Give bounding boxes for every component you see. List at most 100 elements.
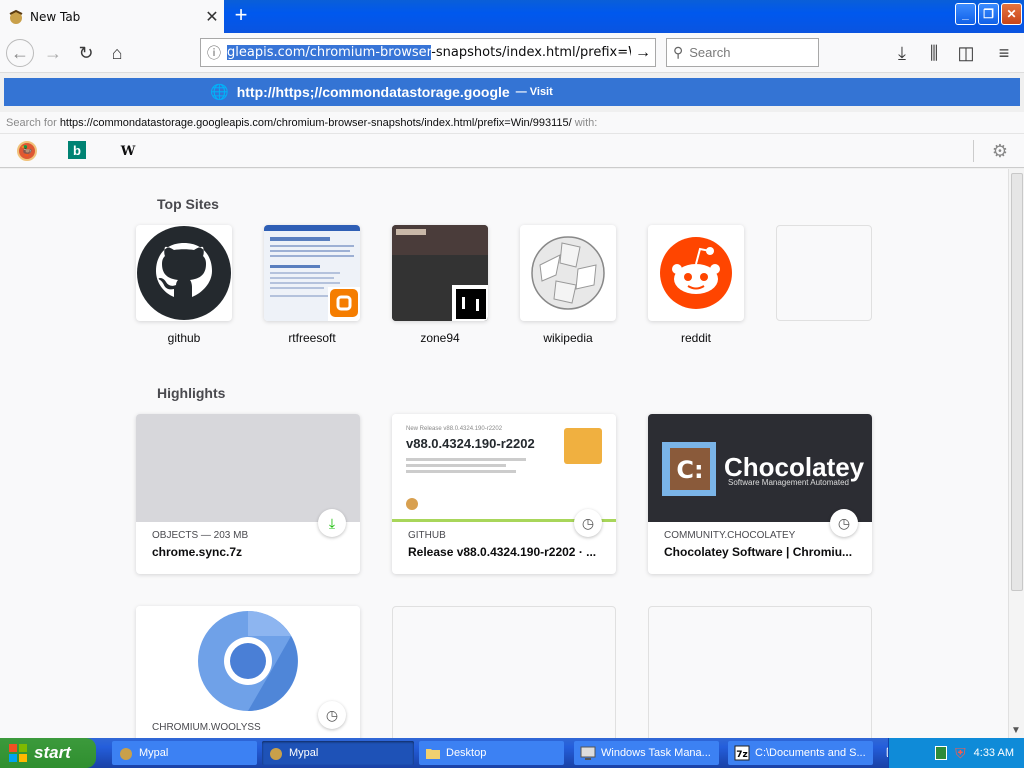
highlight-image bbox=[136, 606, 360, 714]
top-site-label: reddit bbox=[680, 331, 712, 345]
tab-new-tab[interactable]: New Tab ✕ bbox=[0, 0, 224, 33]
engines-divider bbox=[973, 140, 974, 162]
search-input[interactable]: ⚲ Search bbox=[666, 38, 819, 67]
new-tab-button[interactable]: + bbox=[228, 4, 254, 28]
top-site-reddit[interactable]: reddit bbox=[648, 225, 744, 345]
go-arrow-icon[interactable]: → bbox=[631, 44, 655, 62]
top-site-wikipedia[interactable]: wikipedia bbox=[520, 225, 616, 345]
taskbar-item-label: Mypal bbox=[289, 747, 319, 759]
rtfreesoft-tile[interactable] bbox=[264, 225, 360, 321]
page-scrollbar[interactable]: ▼ bbox=[1008, 169, 1024, 738]
chocolatey-logo-icon: C: bbox=[662, 442, 716, 496]
shield-icon[interactable]: ⛨ bbox=[955, 745, 966, 762]
top-site-label: zone94 bbox=[420, 331, 460, 345]
taskbar-item-desktop[interactable]: Desktop bbox=[419, 741, 564, 765]
windows-flag-icon bbox=[9, 744, 27, 762]
clock-text: 4:33 AM bbox=[973, 747, 1014, 759]
taskbar-item-label: Mypal bbox=[139, 747, 169, 759]
highlight-source: CHROMIUM.WOOLYSS bbox=[152, 722, 261, 733]
search-for-row: Search for https://commondatastorage.goo… bbox=[0, 112, 1024, 134]
url-suggestion[interactable]: 🌐 http://https;//commondatastorage.googl… bbox=[4, 78, 1020, 106]
back-button[interactable]: ← bbox=[6, 39, 34, 67]
start-label: start bbox=[34, 743, 71, 762]
menu-icon[interactable]: ≡ bbox=[990, 39, 1018, 67]
contributor-avatar bbox=[406, 498, 418, 510]
taskbar-item-mypal-active[interactable]: Mypal bbox=[262, 741, 414, 765]
wikipedia-icon[interactable]: W bbox=[118, 141, 138, 161]
release-image-heading: v88.0.4324.190-r2202 bbox=[406, 436, 535, 451]
scrollbar-thumb[interactable] bbox=[1011, 173, 1023, 591]
search-for-with: with: bbox=[574, 117, 598, 129]
download-icon: ⤓ bbox=[318, 509, 346, 537]
sidebar-icon[interactable]: ◫ bbox=[952, 39, 980, 67]
zone94-thumbnail bbox=[392, 225, 488, 321]
taskbar-item-label: C:\Documents and S... bbox=[755, 747, 866, 759]
top-site-label: wikipedia bbox=[543, 331, 593, 345]
top-site-label: github bbox=[167, 331, 201, 345]
highlight-image: C: Chocolatey Software Management Automa… bbox=[648, 414, 872, 522]
search-placeholder: Search bbox=[689, 45, 731, 60]
downloads-icon[interactable]: ⤓ bbox=[888, 39, 916, 67]
library-icon[interactable]: ⫼ bbox=[920, 39, 948, 67]
svg-text:7z: 7z bbox=[736, 750, 748, 760]
url-bar[interactable]: ⓘ gleapis.com/chromium-browser-snapshots… bbox=[200, 38, 656, 67]
reddit-tile[interactable] bbox=[648, 225, 744, 321]
minimize-button[interactable]: _ bbox=[955, 3, 976, 25]
github-icon bbox=[137, 226, 231, 320]
highlight-image: New Release v88.0.4324.190-r2202 v88.0.4… bbox=[392, 414, 616, 522]
highlight-placeholder bbox=[392, 606, 616, 738]
chromium-logo-icon bbox=[198, 611, 298, 711]
highlight-image bbox=[136, 414, 360, 522]
forward-button[interactable]: → bbox=[39, 39, 67, 67]
task-manager-icon bbox=[580, 746, 596, 760]
duckduckgo-icon[interactable]: 🦆 bbox=[17, 141, 37, 161]
top-site-rtfreesoft[interactable]: rtfreesoft bbox=[264, 225, 360, 345]
top-site-github[interactable]: github bbox=[136, 225, 232, 345]
mypal-favicon-icon bbox=[9, 9, 23, 24]
github-tile[interactable] bbox=[136, 225, 232, 321]
url-text[interactable]: gleapis.com/chromium-browser-snapshots/i… bbox=[227, 45, 631, 60]
highlight-card-chocolatey[interactable]: C: Chocolatey Software Management Automa… bbox=[648, 414, 872, 574]
highlight-card-github-release[interactable]: New Release v88.0.4324.190-r2202 v88.0.4… bbox=[392, 414, 616, 574]
highlight-placeholder bbox=[648, 606, 872, 738]
7zip-icon: 7z bbox=[734, 745, 750, 761]
clock-icon: ◷ bbox=[574, 509, 602, 537]
svg-text:C:: C: bbox=[676, 456, 703, 484]
reload-button[interactable]: ↻ bbox=[72, 39, 100, 67]
highlight-title: Chocolatey Software | Chromiu... bbox=[664, 545, 853, 559]
search-for-label: Search for bbox=[6, 117, 57, 129]
taskbar-item-mypal[interactable]: Mypal bbox=[112, 741, 257, 765]
clock-icon: ◷ bbox=[318, 701, 346, 729]
gear-icon[interactable]: ⚙ bbox=[992, 141, 1008, 162]
url-rest-text: -snapshots/index.html/prefix=Win/99 bbox=[431, 45, 631, 60]
mypal-icon bbox=[120, 748, 132, 760]
bing-icon[interactable]: b bbox=[68, 141, 86, 159]
top-site-label: rtfreesoft bbox=[288, 331, 336, 345]
taskbar-item-label: Desktop bbox=[446, 747, 487, 759]
release-text-line bbox=[406, 464, 506, 467]
top-site-empty[interactable] bbox=[776, 225, 872, 331]
maximize-button[interactable]: ❐ bbox=[978, 3, 999, 25]
folder-icon bbox=[426, 749, 440, 759]
rtfreesoft-thumbnail bbox=[264, 225, 360, 321]
zone94-tile[interactable] bbox=[392, 225, 488, 321]
scroll-down-icon[interactable]: ▼ bbox=[1011, 725, 1021, 736]
close-window-button[interactable]: ✕ bbox=[1001, 3, 1022, 25]
taskbar-item-task-manager[interactable]: Windows Task Mana... bbox=[574, 741, 719, 765]
home-button[interactable]: ⌂ bbox=[103, 39, 131, 67]
start-button[interactable]: start bbox=[0, 738, 96, 768]
release-text-line bbox=[406, 470, 516, 473]
tray-app-icon[interactable] bbox=[935, 746, 948, 760]
wikipedia-tile[interactable] bbox=[520, 225, 616, 321]
top-site-zone94[interactable]: zone94 bbox=[392, 225, 488, 345]
suggestion-text: http://https;//commondatastorage.google bbox=[236, 84, 510, 100]
highlight-card-chrome-sync[interactable]: ⤓ OBJECTS — 203 MB chrome.sync.7z bbox=[136, 414, 360, 574]
taskbar-item-7zip[interactable]: 7z C:\Documents and S... bbox=[728, 741, 873, 765]
tab-title: New Tab bbox=[30, 9, 81, 24]
highlight-card-chromium[interactable]: ◷ CHROMIUM.WOOLYSS bbox=[136, 606, 360, 738]
site-info-icon[interactable]: ⓘ bbox=[201, 43, 227, 63]
tab-close-icon[interactable]: ✕ bbox=[200, 7, 224, 27]
highlight-title: Release v88.0.4324.190-r2202 · ... bbox=[408, 545, 597, 559]
new-tab-page: Top Sites github rtfreesoft zone94 wikip… bbox=[0, 169, 1008, 738]
empty-tile[interactable] bbox=[776, 225, 872, 321]
